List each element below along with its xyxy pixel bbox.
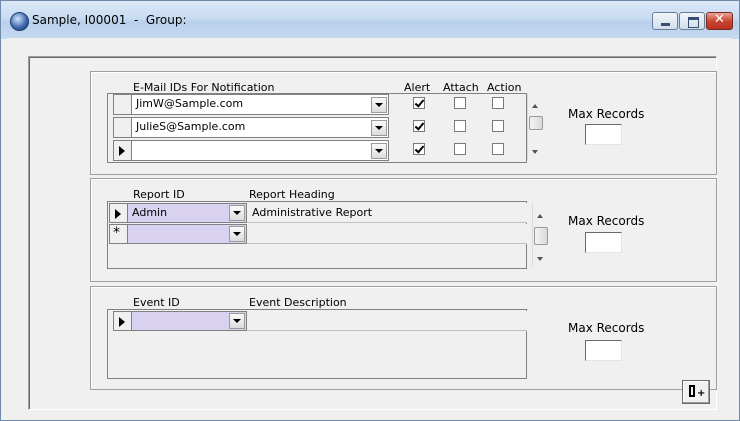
- row-selector[interactable]: [113, 94, 132, 115]
- max-records-input[interactable]: [585, 232, 622, 253]
- scroll-thumb[interactable]: [534, 227, 548, 245]
- max-records-label: Max Records: [568, 214, 645, 228]
- row-selector[interactable]: [113, 117, 132, 138]
- alert-checkbox[interactable]: [413, 120, 425, 132]
- report-grid-scrollbar[interactable]: [532, 204, 549, 267]
- current-row-arrow-icon: [115, 209, 121, 219]
- scroll-thumb[interactable]: [529, 116, 543, 130]
- event-id-header: Event ID: [133, 296, 180, 309]
- window-title: Sample, I00001 - Group:: [32, 13, 187, 27]
- minimize-button[interactable]: [652, 12, 678, 30]
- attach-checkbox[interactable]: [454, 120, 466, 132]
- new-row-selector[interactable]: *: [109, 224, 128, 244]
- current-row-selector[interactable]: [113, 140, 132, 161]
- maximize-button[interactable]: [679, 12, 705, 30]
- event-description-field[interactable]: [247, 311, 527, 331]
- current-row-arrow-icon: [119, 317, 125, 327]
- email-field[interactable]: JimW@Sample.com: [131, 94, 389, 115]
- alert-checkbox[interactable]: [413, 143, 425, 155]
- close-button[interactable]: ✕: [706, 12, 733, 30]
- action-checkbox[interactable]: [492, 143, 504, 155]
- report-heading-field[interactable]: Administrative Report: [247, 203, 527, 223]
- email-dropdown-button[interactable]: [371, 120, 387, 136]
- scroll-down-icon[interactable]: [532, 150, 538, 154]
- title-bar[interactable]: Sample, I00001 - Group: ✕: [1, 1, 739, 39]
- max-records-label: Max Records: [568, 321, 645, 335]
- report-id-header: Report ID: [133, 188, 185, 201]
- exit-door-icon: [689, 385, 695, 397]
- email-dropdown-button[interactable]: [371, 143, 387, 159]
- action-checkbox[interactable]: [492, 97, 504, 109]
- attach-checkbox[interactable]: [454, 143, 466, 155]
- app-globe-icon[interactable]: [10, 12, 29, 31]
- exit-arrow-icon: +: [697, 388, 706, 399]
- current-row-selector[interactable]: [109, 203, 128, 223]
- email-dropdown-button[interactable]: [371, 97, 387, 113]
- scroll-up-icon[interactable]: [537, 214, 543, 218]
- email-field[interactable]: [131, 140, 389, 161]
- event-id-dropdown-button[interactable]: [229, 313, 245, 329]
- report-heading-header: Report Heading: [249, 188, 335, 201]
- new-row-star-icon: *: [113, 225, 120, 241]
- email-field[interactable]: JulieS@Sample.com: [131, 117, 389, 138]
- max-records-input[interactable]: [585, 340, 622, 361]
- scroll-up-icon[interactable]: [532, 104, 538, 108]
- report-id-dropdown-button[interactable]: [229, 226, 245, 242]
- close-icon: ✕: [714, 12, 725, 27]
- action-checkbox[interactable]: [492, 120, 504, 132]
- minimize-icon: [661, 23, 670, 26]
- max-records-label: Max Records: [568, 107, 645, 121]
- exit-button[interactable]: +: [682, 380, 710, 404]
- scroll-down-icon[interactable]: [537, 257, 543, 261]
- max-records-input[interactable]: [585, 124, 622, 145]
- report-heading-field[interactable]: [247, 224, 527, 244]
- attach-checkbox[interactable]: [454, 97, 466, 109]
- alert-checkbox[interactable]: [413, 97, 425, 109]
- report-id-dropdown-button[interactable]: [229, 205, 245, 221]
- current-row-arrow-icon: [119, 146, 125, 156]
- current-row-selector[interactable]: [113, 311, 132, 331]
- maximize-icon: [688, 17, 699, 28]
- email-grid-scrollbar[interactable]: [527, 94, 544, 160]
- event-description-header: Event Description: [249, 296, 347, 309]
